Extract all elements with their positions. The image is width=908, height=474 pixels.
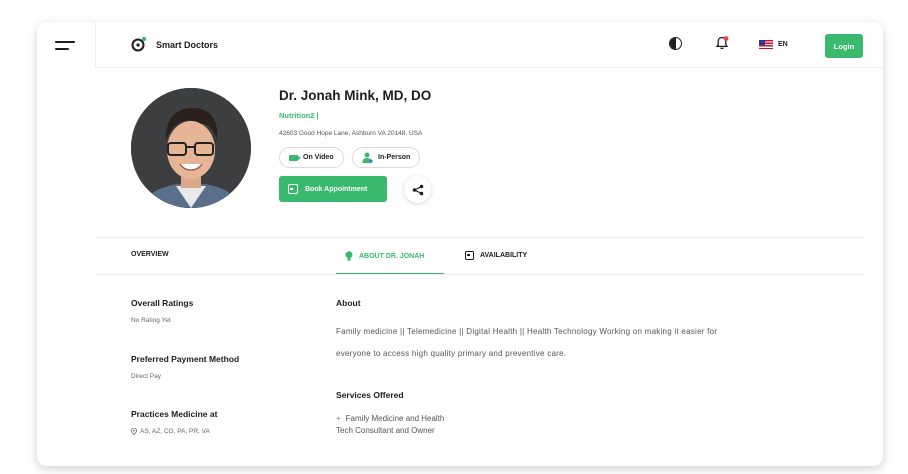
payment-title: Preferred Payment Method — [131, 354, 240, 364]
on-video-chip[interactable]: On Video — [279, 147, 344, 168]
us-flag-icon — [759, 39, 773, 49]
tab-about-label: ABOUT DR. JONAH — [359, 252, 425, 260]
person-icon — [362, 152, 373, 163]
about-text: Family medicine || Telemedicine || Digit… — [336, 321, 836, 365]
menu-icon[interactable] — [55, 41, 75, 51]
about-title: About — [336, 298, 361, 308]
doctor-address: 42603 Good Hope Lane, Ashburn VA 20148, … — [279, 130, 423, 137]
about-text-line: everyone to access high quality primary … — [336, 349, 567, 358]
calendar-icon — [465, 251, 474, 260]
practices-value: AS, AZ, CO, PA, PR, VA — [140, 428, 210, 435]
video-icon — [289, 154, 301, 161]
book-appointment-button[interactable]: Book Appointment — [279, 176, 387, 202]
tab-availability-label: AVAILABILITY — [480, 252, 528, 259]
top-bar: Smart Doctors EN Login — [96, 22, 883, 68]
service-label: Tech Consultant and Owner — [336, 426, 435, 435]
service-item: + Family Medicine and Health — [336, 413, 444, 425]
brand-name[interactable]: Smart Doctors — [156, 40, 218, 50]
service-item: Tech Consultant and Owner — [336, 425, 444, 437]
logo-icon[interactable] — [131, 36, 147, 52]
divider — [96, 237, 863, 238]
language-label: EN — [778, 40, 788, 48]
login-button[interactable]: Login — [825, 34, 863, 58]
share-button[interactable] — [404, 176, 431, 203]
divider — [96, 274, 863, 275]
practices-value-row: AS, AZ, CO, PA, PR, VA — [131, 428, 210, 435]
plus-icon: + — [336, 414, 341, 423]
doctor-specialty: Nutrition2 | — [279, 111, 319, 120]
ratings-title: Overall Ratings — [131, 298, 194, 308]
contrast-toggle-icon[interactable] — [669, 37, 682, 50]
tab-overview-label: OVERVIEW — [131, 251, 169, 258]
location-pin-icon — [131, 428, 137, 435]
about-text-line: Family medicine || Telemedicine || Digit… — [336, 327, 718, 336]
profile-card: Smart Doctors EN Login Dr. Jonah Mink, M… — [37, 22, 883, 466]
services-title: Services Offered — [336, 390, 404, 400]
services-list: + Family Medicine and Health Tech Consult… — [336, 413, 444, 437]
doctor-avatar — [131, 88, 251, 208]
side-rail — [37, 22, 95, 68]
bell-icon[interactable] — [714, 35, 730, 51]
tab-about[interactable]: ABOUT DR. JONAH — [345, 251, 424, 261]
tab-overview[interactable]: OVERVIEW — [131, 251, 169, 258]
lightbulb-icon — [345, 251, 353, 261]
tab-availability[interactable]: AVAILABILITY — [465, 251, 527, 260]
book-appointment-label: Book Appointment — [305, 185, 368, 193]
in-person-label: In-Person — [378, 154, 411, 161]
language-selector[interactable]: EN — [759, 38, 788, 50]
practices-title: Practices Medicine at — [131, 409, 218, 419]
ratings-value: No Rating Yet — [131, 317, 171, 324]
calendar-icon — [288, 184, 298, 194]
in-person-chip[interactable]: In-Person — [352, 147, 421, 168]
service-label: Family Medicine and Health — [345, 414, 445, 423]
doctor-name: Dr. Jonah Mink, MD, DO — [279, 88, 432, 103]
share-icon — [412, 184, 423, 195]
on-video-label: On Video — [303, 154, 334, 161]
payment-value: Direct Pay — [131, 373, 161, 380]
